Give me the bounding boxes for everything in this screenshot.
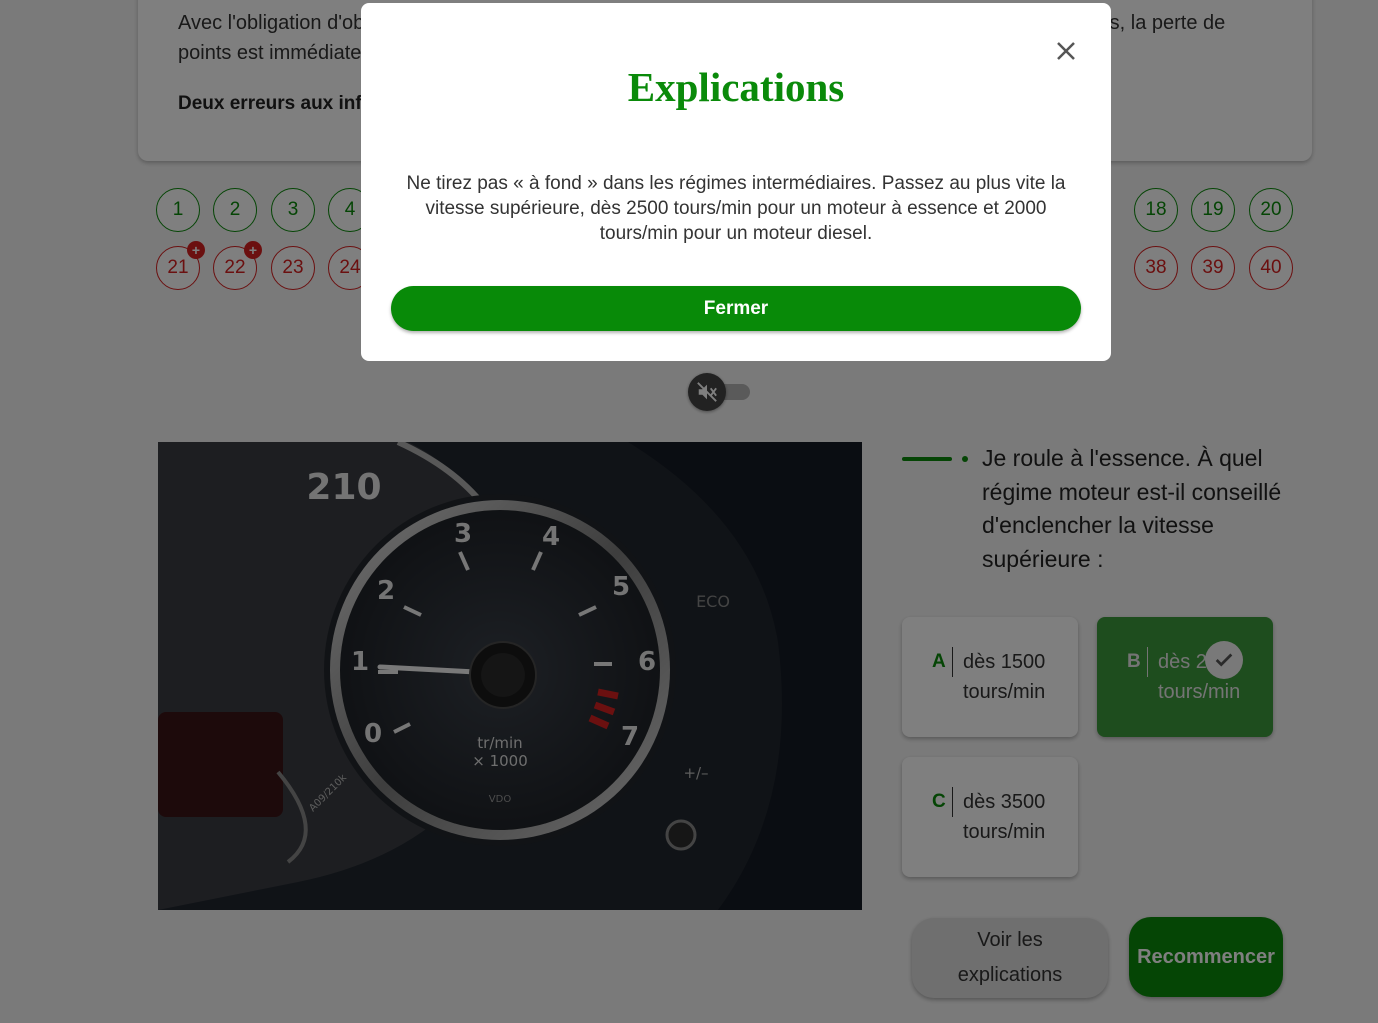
modal-body-text: Ne tirez pas « à fond » dans les régimes… xyxy=(406,173,1066,244)
modal-title: Explications xyxy=(627,64,845,110)
explanations-modal: Explications Ne tirez pas « à fond » dan… xyxy=(361,3,1111,361)
close-button[interactable]: Fermer xyxy=(391,286,1081,331)
close-icon[interactable] xyxy=(1051,36,1081,66)
